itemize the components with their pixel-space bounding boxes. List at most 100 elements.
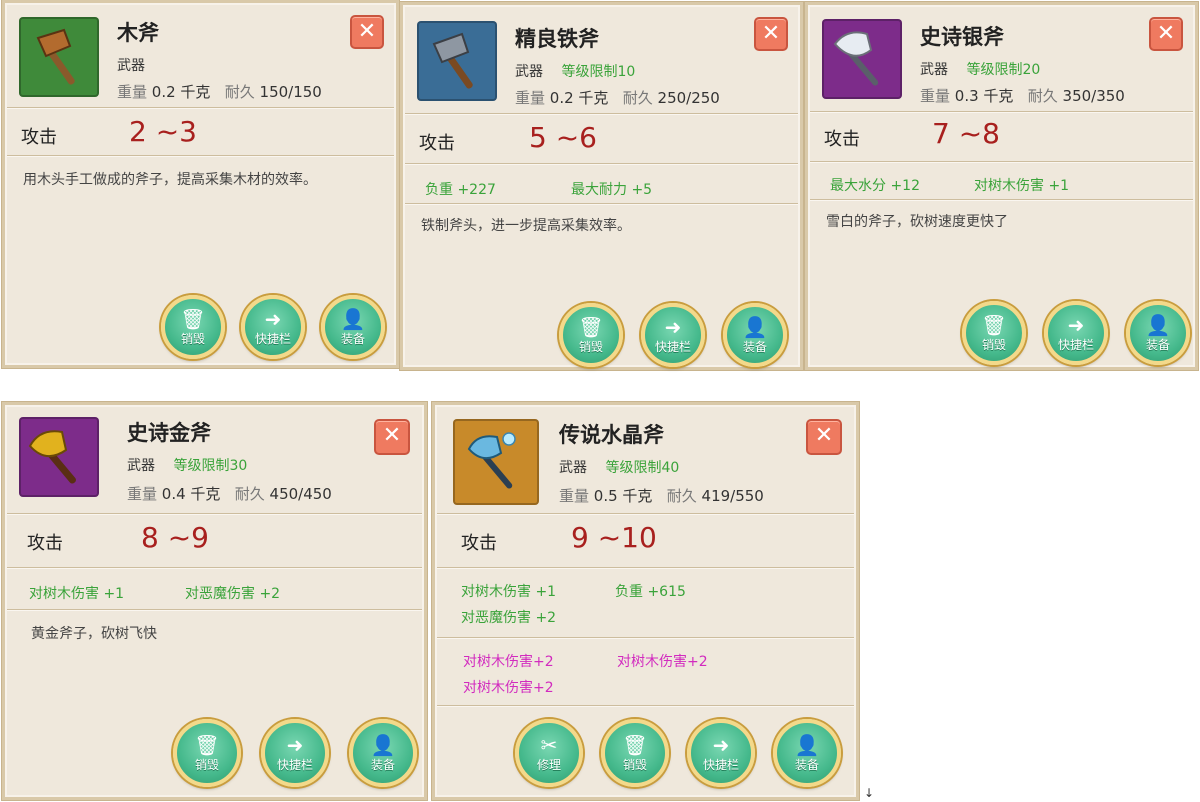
close-button[interactable]: ✕ bbox=[1149, 17, 1183, 51]
destroy-button[interactable]: 🗑 销毁 bbox=[962, 301, 1026, 365]
level-requirement: 等级限制10 bbox=[561, 64, 636, 80]
attack-value: 7 ~8 bbox=[932, 117, 1000, 150]
item-type-line: 武器 等级限制40 bbox=[559, 457, 679, 477]
divider bbox=[437, 705, 854, 706]
item-name: 精良铁斧 bbox=[515, 27, 599, 51]
item-stats-line: 重量 0.5 千克 耐久 419/550 bbox=[559, 485, 764, 506]
item-card-iron-axe: 精良铁斧 武器 等级限制10 重量 0.2 千克 耐久 250/250 ✕ 攻击… bbox=[400, 2, 803, 370]
equip-button[interactable]: 👤 装备 bbox=[349, 719, 417, 787]
wrench-icon: ✂ bbox=[540, 733, 558, 757]
weight-value: 0.5 千克 bbox=[593, 487, 653, 505]
iron-axe-icon bbox=[432, 32, 473, 89]
item-card-crystal-axe: 传说水晶斧 武器 等级限制40 重量 0.5 千克 耐久 419/550 ✕ 攻… bbox=[432, 402, 859, 800]
arrow-left-icon: ➜ bbox=[712, 733, 730, 757]
arrow-left-icon: ➜ bbox=[664, 315, 682, 339]
item-stats-line: 重量 0.2 千克 耐久 250/250 bbox=[515, 87, 720, 108]
equip-button[interactable]: 👤 装备 bbox=[773, 719, 841, 787]
divider bbox=[405, 113, 798, 114]
attribute-bonus: 对恶魔伤害 +2 bbox=[461, 610, 557, 626]
weight-value: 0.2 千克 bbox=[549, 89, 609, 107]
equip-button[interactable]: 👤 装备 bbox=[1126, 301, 1190, 365]
item-description: 黄金斧子，砍树飞快 bbox=[31, 626, 157, 642]
destroy-button[interactable]: 🗑 销毁 bbox=[601, 719, 669, 787]
close-button[interactable]: ✕ bbox=[374, 419, 410, 455]
weight-label: 重量 bbox=[515, 89, 546, 107]
trash-icon: 🗑 bbox=[180, 307, 206, 331]
level-requirement: 等级限制30 bbox=[173, 458, 248, 474]
divider bbox=[7, 567, 422, 568]
shortcut-label: 快捷栏 bbox=[654, 340, 691, 354]
attack-label: 攻击 bbox=[21, 127, 57, 148]
destroy-button[interactable]: 🗑 销毁 bbox=[173, 719, 241, 787]
crystal-axe-icon bbox=[467, 432, 516, 489]
destroy-button[interactable]: 🗑 销毁 bbox=[161, 295, 225, 359]
equip-label: 装备 bbox=[340, 332, 365, 346]
weight-value: 0.2 千克 bbox=[151, 83, 211, 101]
destroy-label: 销毁 bbox=[180, 332, 205, 346]
shortcut-label: 快捷栏 bbox=[1057, 338, 1094, 352]
destroy-label: 销毁 bbox=[981, 338, 1006, 352]
item-icon-frame bbox=[822, 19, 902, 99]
close-button[interactable]: ✕ bbox=[350, 15, 384, 49]
destroy-label: 销毁 bbox=[622, 758, 647, 772]
item-name: 史诗金斧 bbox=[127, 421, 211, 445]
item-type: 武器 bbox=[920, 62, 948, 78]
arrow-left-icon: ➜ bbox=[1067, 313, 1085, 337]
item-icon-frame bbox=[417, 21, 497, 101]
weight-label: 重量 bbox=[117, 83, 148, 101]
divider bbox=[7, 155, 394, 156]
item-type-line: 武器 等级限制30 bbox=[127, 455, 247, 475]
durability-label: 耐久 bbox=[234, 485, 265, 503]
destroy-button[interactable]: 🗑 销毁 bbox=[559, 303, 623, 367]
equip-label: 装备 bbox=[794, 758, 819, 772]
durability-value: 150/150 bbox=[259, 83, 322, 101]
item-description: 铁制斧头，进一步提高采集效率。 bbox=[421, 218, 631, 234]
shortcut-button[interactable]: ➜ 快捷栏 bbox=[687, 719, 755, 787]
shortcut-button[interactable]: ➜ 快捷栏 bbox=[1044, 301, 1108, 365]
golden-axe-icon bbox=[28, 430, 76, 484]
durability-label: 耐久 bbox=[666, 487, 697, 505]
close-button[interactable]: ✕ bbox=[806, 419, 842, 455]
divider bbox=[405, 203, 798, 204]
attack-value: 5 ~6 bbox=[529, 121, 597, 154]
durability-value: 419/550 bbox=[701, 487, 764, 505]
durability-label: 耐久 bbox=[224, 83, 255, 101]
arrow-left-icon: ➜ bbox=[264, 307, 282, 331]
durability-value: 450/450 bbox=[269, 485, 332, 503]
durability-label: 耐久 bbox=[1027, 87, 1058, 105]
divider bbox=[437, 567, 854, 568]
shortcut-label: 快捷栏 bbox=[254, 332, 291, 346]
level-requirement: 等级限制20 bbox=[966, 62, 1041, 78]
item-card-golden-axe: 史诗金斧 武器 等级限制30 重量 0.4 千克 耐久 450/450 ✕ 攻击… bbox=[2, 402, 427, 800]
attack-label: 攻击 bbox=[27, 533, 63, 554]
special-attribute: 对树木伤害+2 bbox=[463, 654, 554, 670]
shortcut-button[interactable]: ➜ 快捷栏 bbox=[641, 303, 705, 367]
attribute-bonus: 最大水分 +12 bbox=[830, 178, 920, 194]
repair-button[interactable]: ✂ 修理 bbox=[515, 719, 583, 787]
shortcut-button[interactable]: ➜ 快捷栏 bbox=[241, 295, 305, 359]
divider bbox=[7, 609, 422, 610]
close-button[interactable]: ✕ bbox=[754, 17, 788, 51]
attribute-bonus: 负重 +227 bbox=[425, 182, 496, 198]
item-type-line: 武器 等级限制20 bbox=[920, 59, 1040, 79]
repair-label: 修理 bbox=[536, 758, 561, 772]
item-description: 用木头手工做成的斧子，提高采集木材的效率。 bbox=[23, 172, 317, 188]
user-icon: 👤 bbox=[742, 315, 768, 339]
special-attribute: 对树木伤害+2 bbox=[463, 680, 554, 696]
weight-value: 0.3 千克 bbox=[954, 87, 1014, 105]
user-icon: 👤 bbox=[370, 733, 396, 757]
shortcut-button[interactable]: ➜ 快捷栏 bbox=[261, 719, 329, 787]
equip-button[interactable]: 👤 装备 bbox=[321, 295, 385, 359]
item-icon-frame bbox=[453, 419, 539, 505]
equip-button[interactable]: 👤 装备 bbox=[723, 303, 787, 367]
divider bbox=[810, 161, 1193, 162]
item-type: 武器 bbox=[117, 58, 145, 74]
attack-label: 攻击 bbox=[824, 129, 860, 150]
destroy-label: 销毁 bbox=[578, 340, 603, 354]
attribute-bonus: 对树木伤害 +1 bbox=[461, 584, 557, 600]
attribute-bonus: 对树木伤害 +1 bbox=[29, 586, 125, 602]
divider bbox=[810, 111, 1193, 112]
shortcut-label: 快捷栏 bbox=[702, 758, 739, 772]
divider bbox=[437, 637, 854, 638]
divider bbox=[7, 107, 394, 108]
